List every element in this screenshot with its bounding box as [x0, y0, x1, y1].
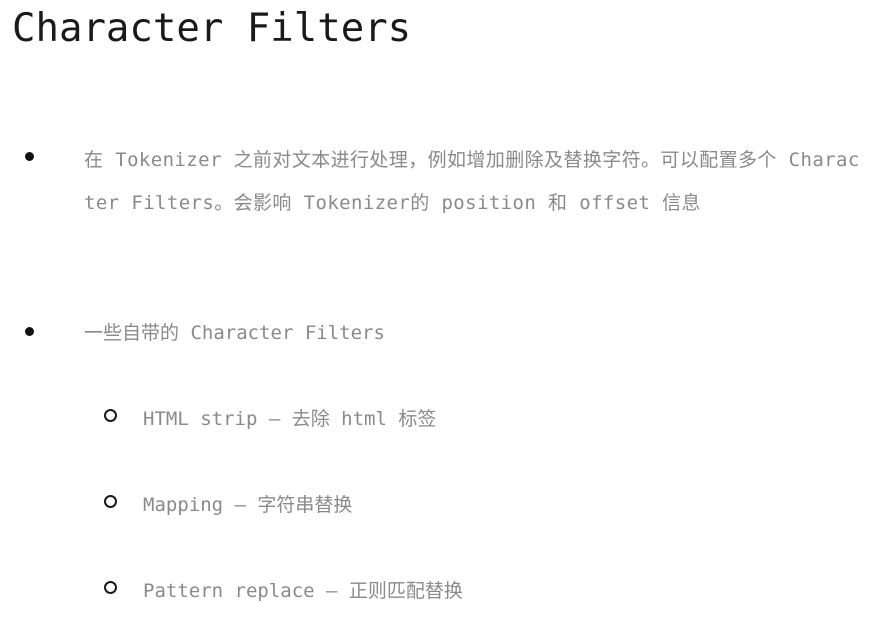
sub-bullet-circle-2 [104, 495, 117, 508]
bullet-dot-1 [25, 152, 34, 161]
bullet-text-1: 在 Tokenizer 之前对文本进行处理，例如增加删除及替换字符。可以配置多个… [84, 149, 860, 214]
sub-bullet-circle-3 [104, 581, 117, 594]
sub-bullet-text-html-strip: HTML strip – 去除 html 标签 [143, 408, 437, 430]
page-title: Character Filters [12, 6, 412, 51]
sub-bullet-text-mapping: Mapping – 字符串替换 [143, 494, 353, 516]
sub-bullet-circle-1 [104, 409, 117, 422]
sub-bullet-text-pattern-replace: Pattern replace – 正则匹配替换 [143, 580, 463, 602]
bullet-dot-2 [25, 327, 34, 336]
bullet-text-2: 一些自带的 Character Filters [84, 322, 385, 344]
